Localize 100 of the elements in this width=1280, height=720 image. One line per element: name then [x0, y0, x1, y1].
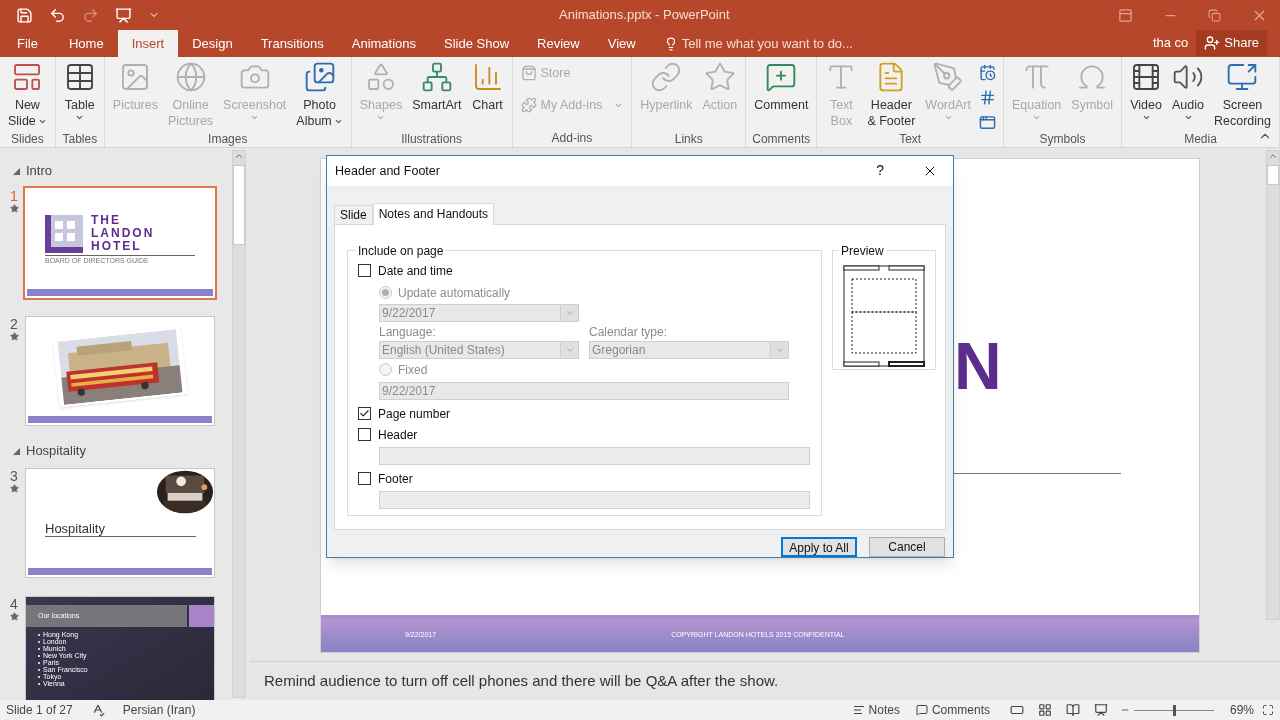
slide-counter: Slide 1 of 27 — [6, 702, 73, 719]
comment-icon — [915, 704, 928, 716]
checkbox-label: Footer — [378, 471, 413, 486]
ribbon-button[interactable]: Video — [1126, 57, 1166, 135]
ribbon-options-icon[interactable] — [1118, 7, 1133, 23]
slideshow-icon[interactable] — [115, 6, 132, 24]
dropdown-field[interactable]: 9/22/2017 — [379, 303, 579, 322]
logo-icon — [45, 214, 83, 253]
zoom-slider[interactable] — [1133, 704, 1214, 716]
hyperlink-icon — [650, 61, 683, 93]
language-indicator[interactable]: Persian (Iran) — [122, 701, 196, 719]
user-name[interactable]: tha co — [1152, 32, 1189, 52]
checkbox[interactable] — [358, 264, 371, 278]
normal-view-icon[interactable] — [1009, 703, 1024, 717]
checkbox-label: Page number — [378, 406, 451, 421]
ribbon-tab[interactable]: Transitions — [246, 30, 338, 57]
section-header[interactable]: Intro — [0, 163, 250, 179]
wordart-icon — [932, 61, 965, 93]
ribbon-tab[interactable]: Design — [178, 30, 247, 57]
caret-icon — [943, 113, 953, 122]
ribbon-tab[interactable]: View — [593, 30, 650, 57]
ribbon-button[interactable]: Chart — [467, 57, 508, 135]
scroll-up-icon[interactable] — [234, 151, 244, 161]
comment-icon — [765, 61, 798, 93]
radio-button[interactable] — [379, 363, 392, 377]
thumbnail-title: HOTEL — [91, 240, 143, 253]
text-field[interactable] — [379, 490, 810, 509]
share-button[interactable]: Share — [1196, 30, 1267, 56]
dropdown-field[interactable]: English (United States) — [379, 340, 579, 359]
zoom-slider-thumb[interactable] — [1172, 704, 1176, 716]
slide-number-icon — [979, 88, 997, 106]
caret-icon — [75, 113, 85, 122]
dialog-tab[interactable]: Notes and Handouts — [372, 202, 495, 225]
ribbon-tab[interactable]: File — [0, 30, 55, 57]
thumbnail-title: Hospitality — [45, 520, 105, 538]
slide-number: 4 — [10, 596, 18, 612]
photo-album-icon — [303, 61, 336, 93]
dialog-title: Header and Footer — [335, 162, 440, 180]
scrollbar[interactable] — [232, 150, 246, 698]
dialog-tab[interactable]: Slide — [334, 204, 373, 224]
animation-star-icon — [9, 484, 19, 493]
ribbon-tab[interactable]: Review — [523, 30, 594, 57]
radio-label: Update automatically — [398, 285, 511, 300]
accent-block — [189, 605, 214, 627]
slide-thumbnail[interactable]: Hospitality — [25, 468, 215, 578]
ribbon-tab[interactable]: Insert — [117, 30, 179, 57]
caret-icon — [250, 113, 260, 122]
date-time-icon — [979, 63, 997, 81]
dialog-button[interactable]: Cancel — [869, 537, 945, 557]
ribbon-tab[interactable]: Animations — [337, 30, 431, 57]
reading-view-icon[interactable] — [1065, 703, 1080, 717]
zoom-level[interactable]: 69% — [1229, 701, 1254, 719]
add-ins-icon — [520, 97, 537, 113]
scroll-up-icon[interactable] — [1268, 151, 1278, 161]
store-icon — [520, 65, 537, 81]
slide-number: 3 — [10, 468, 18, 484]
slideshow-icon[interactable] — [1093, 703, 1108, 717]
smartart-icon — [420, 61, 453, 93]
slide-number: 2 — [10, 316, 18, 332]
field-label: Language: — [379, 324, 437, 339]
scrollbar[interactable] — [1266, 150, 1280, 620]
caret-icon — [1032, 113, 1042, 122]
save-icon[interactable] — [16, 6, 33, 24]
checkbox[interactable] — [358, 472, 371, 486]
undo-icon[interactable] — [49, 6, 66, 24]
scroll-thumb[interactable] — [1267, 165, 1279, 185]
preview-label: Preview — [840, 242, 885, 260]
dropdown-field[interactable]: Gregorian — [589, 340, 789, 359]
restore-icon[interactable] — [1208, 8, 1221, 22]
film-icon — [1130, 61, 1162, 93]
ribbon-tab[interactable]: Home — [54, 30, 118, 57]
thumbnail-title: THE — [91, 214, 122, 227]
text-field[interactable] — [379, 446, 810, 465]
shapes-icon — [365, 61, 397, 93]
fixed-date-field[interactable]: 9/22/2017 — [379, 381, 789, 400]
caret-icon — [1141, 113, 1151, 122]
help-button[interactable]: ? — [876, 160, 884, 182]
sorter-view-icon[interactable] — [1037, 703, 1052, 717]
section-header[interactable]: Hospitality — [0, 443, 250, 459]
group-label: Include on page — [357, 242, 445, 260]
notes-button[interactable]: Notes — [852, 701, 900, 719]
scroll-thumb[interactable] — [233, 165, 245, 245]
slide-title: N — [954, 331, 1002, 401]
fit-slide-icon[interactable] — [1262, 704, 1274, 716]
radio-label: Fixed — [398, 362, 428, 377]
checkbox[interactable] — [358, 407, 371, 421]
group-label: Add-ins — [551, 130, 593, 147]
tell-me-field[interactable]: Tell me what you want to do... — [663, 30, 853, 57]
ribbon-tab[interactable]: Slide Show — [430, 30, 524, 57]
checkbox[interactable] — [358, 428, 371, 442]
radio-button[interactable] — [379, 286, 392, 300]
slide-number: 1 — [10, 188, 18, 204]
field-label: Calendar type: — [589, 324, 669, 339]
person-add-icon — [1204, 35, 1221, 51]
comments-button[interactable]: Comments — [915, 701, 990, 719]
slide-thumbnail[interactable] — [25, 316, 215, 426]
ribbon-button[interactable]: Photo Album — [292, 57, 347, 135]
dialog-button[interactable]: Apply to All — [781, 537, 857, 557]
thumbnail-title: LANDON — [91, 227, 155, 240]
globe-icon — [174, 61, 207, 93]
